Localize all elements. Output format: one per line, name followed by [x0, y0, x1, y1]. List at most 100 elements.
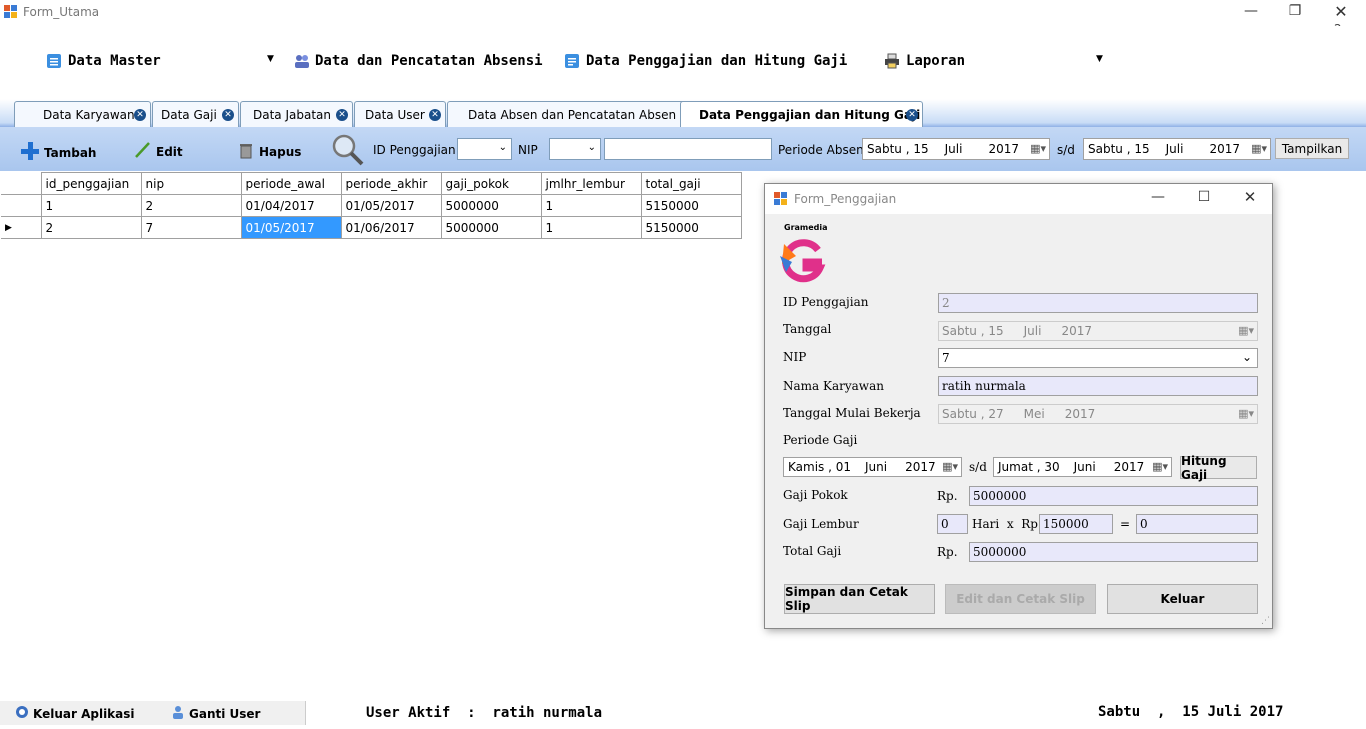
chevron-down-icon[interactable]: ⌄: [1242, 350, 1252, 364]
nama-karyawan-field[interactable]: ratih nurmala: [938, 376, 1258, 396]
calendar-icon[interactable]: ▦▾: [942, 460, 958, 473]
hitung-gaji-button[interactable]: Hitung Gaji: [1180, 454, 1257, 482]
keluar-aplikasi-label: Keluar Aplikasi: [33, 706, 135, 721]
tab-data-gaji[interactable]: Data Gaji ✕: [152, 101, 239, 127]
minimize-button[interactable]: —: [1236, 3, 1266, 19]
total-gaji-field[interactable]: 5000000: [969, 542, 1258, 562]
nip-combo[interactable]: 7 ⌄: [938, 348, 1258, 368]
periode-gaji-from-picker[interactable]: Kamis , 01 Juni 2017 ▦▾: [783, 457, 962, 477]
keluar-button[interactable]: Keluar: [1107, 584, 1258, 614]
maximize-button[interactable]: ☐: [1189, 189, 1219, 205]
chevron-down-icon[interactable]: ▼: [267, 54, 274, 64]
calendar-icon[interactable]: ▦▾: [1251, 142, 1267, 155]
hapus-button[interactable]: Hapus: [237, 141, 301, 162]
tanggal-picker[interactable]: Sabtu , 15 Juli 2017 ▦▾: [938, 321, 1258, 341]
id-penggajian-field[interactable]: 2: [938, 293, 1258, 313]
grid-cell[interactable]: 2: [140, 194, 242, 217]
column-header[interactable]: periode_akhir: [340, 172, 442, 195]
close-button[interactable]: ✕: [1235, 188, 1265, 206]
minimize-button[interactable]: —: [1143, 189, 1173, 205]
tanggal-mulai-label: Tanggal Mulai Bekerja: [783, 406, 921, 420]
close-tab-icon[interactable]: ✕: [906, 109, 918, 121]
gaji-lembur-label: Gaji Lembur: [783, 517, 859, 531]
edit-cetak-label: Edit dan Cetak Slip: [956, 592, 1085, 606]
periode-to-picker[interactable]: Sabtu , 15 Juli 2017 ▦▾: [1083, 138, 1271, 160]
column-header[interactable]: nip: [140, 172, 242, 195]
keluar-aplikasi-button[interactable]: Keluar Aplikasi: [15, 705, 135, 722]
simpan-label: Simpan dan Cetak Slip: [785, 585, 908, 613]
close-tab-icon[interactable]: ✕: [336, 109, 348, 121]
column-header[interactable]: periode_awal: [240, 172, 342, 195]
date-month: Juni: [865, 460, 888, 474]
column-header[interactable]: gaji_pokok: [440, 172, 542, 195]
tampilkan-button[interactable]: Tampilkan: [1275, 138, 1349, 159]
close-tab-icon[interactable]: ✕: [429, 109, 441, 121]
grid-cell[interactable]: 1: [540, 216, 642, 239]
date-year: 2017: [1061, 324, 1092, 338]
grid-cell[interactable]: 2: [40, 216, 142, 239]
tanggal-label: Tanggal: [783, 322, 832, 336]
table-row[interactable]: 1 2 01/04/2017 01/05/2017 5000000 1 5150…: [1, 194, 742, 217]
ganti-user-button[interactable]: Ganti User: [171, 705, 260, 722]
status-date: Sabtu , 15 Juli 2017: [1098, 704, 1284, 720]
menu-absensi[interactable]: Data dan Pencatatan Absensi: [293, 53, 543, 69]
column-header[interactable]: total_gaji: [640, 172, 742, 195]
gaji-pokok-field[interactable]: 5000000: [969, 486, 1258, 506]
column-header[interactable]: id_penggajian: [40, 172, 142, 195]
menu-laporan[interactable]: Laporan: [884, 53, 965, 69]
edit-cetak-button[interactable]: Edit dan Cetak Slip: [945, 584, 1096, 614]
periode-gaji-to-picker[interactable]: Jumat , 30 Juni 2017 ▦▾: [993, 457, 1172, 477]
grid-cell[interactable]: 7: [140, 216, 242, 239]
grid-cell[interactable]: 5000000: [440, 216, 542, 239]
nama-karyawan-label: Nama Karyawan: [783, 379, 884, 393]
calendar-icon[interactable]: ▦▾: [1030, 142, 1046, 155]
simpan-cetak-button[interactable]: Simpan dan Cetak Slip: [784, 584, 935, 614]
edit-button[interactable]: Edit: [134, 141, 183, 162]
date-day: Jumat , 30: [998, 460, 1060, 474]
tambah-button[interactable]: Tambah: [20, 141, 96, 164]
tab-label: Data Gaji: [161, 107, 217, 122]
resize-grip-icon[interactable]: ⋰: [1261, 616, 1270, 626]
nip-combo[interactable]: ⌄: [549, 138, 601, 160]
close-tab-icon[interactable]: ✕: [134, 109, 146, 121]
grid-cell[interactable]: 01/05/2017: [340, 194, 442, 217]
close-tab-icon[interactable]: ✕: [222, 109, 234, 121]
menu-penggajian[interactable]: Data Penggajian dan Hitung Gaji: [564, 53, 847, 69]
grid-cell[interactable]: 5000000: [440, 194, 542, 217]
row-header-corner: [1, 172, 42, 195]
edit-label: Edit: [156, 144, 183, 159]
table-row[interactable]: ▶ 2 7 01/05/2017 01/06/2017 5000000 1 51…: [1, 216, 742, 239]
nama-input[interactable]: [604, 138, 772, 160]
menu-bar: Data Master ▼ Data dan Pencatatan Absens…: [0, 26, 1366, 99]
tanggal-mulai-picker[interactable]: Sabtu , 27 Mei 2017 ▦▾: [938, 404, 1258, 424]
grid-cell-selected[interactable]: 01/05/2017: [240, 216, 342, 239]
calendar-icon[interactable]: ▦▾: [1152, 460, 1168, 473]
lembur-rate-field[interactable]: 150000: [1039, 514, 1113, 534]
row-pointer-icon[interactable]: ▶: [1, 216, 42, 239]
row-header[interactable]: [1, 194, 42, 217]
close-button[interactable]: ✕: [1326, 2, 1356, 21]
grid-cell[interactable]: 1: [540, 194, 642, 217]
tab-data-absen[interactable]: Data Absen dan Pencatatan Absen: [447, 101, 690, 127]
grid-cell[interactable]: 5150000: [640, 194, 742, 217]
periode-from-picker[interactable]: Sabtu , 15 Juli 2017 ▦▾: [862, 138, 1050, 160]
chevron-down-icon[interactable]: ▼: [1096, 54, 1103, 64]
tab-data-karyawan[interactable]: Data Karyawan ✕: [14, 101, 151, 127]
grid-cell[interactable]: 01/06/2017: [340, 216, 442, 239]
grid-cell[interactable]: 1: [40, 194, 142, 217]
lembur-total-field[interactable]: 0: [1136, 514, 1258, 534]
grid-cell[interactable]: 5150000: [640, 216, 742, 239]
title-bar: Form_Utama — ❐ ✕ 2: [0, 0, 1366, 36]
tab-data-user[interactable]: Data User ✕: [354, 101, 446, 127]
id-penggajian-combo[interactable]: ⌄: [457, 138, 512, 160]
menu-data-master[interactable]: Data Master: [46, 53, 161, 69]
column-header[interactable]: jmlhr_lembur: [540, 172, 642, 195]
grid-cell[interactable]: 01/04/2017: [240, 194, 342, 217]
tab-data-jabatan[interactable]: Data Jabatan ✕: [240, 101, 353, 127]
lembur-days-field[interactable]: 0: [937, 514, 968, 534]
plus-icon: [20, 141, 40, 164]
search-icon[interactable]: [330, 132, 364, 169]
equals-label: =: [1120, 517, 1131, 531]
restore-button[interactable]: ❐: [1280, 3, 1310, 19]
tab-data-penggajian[interactable]: Data Penggajian dan Hitung Gaji ✕: [680, 101, 923, 128]
